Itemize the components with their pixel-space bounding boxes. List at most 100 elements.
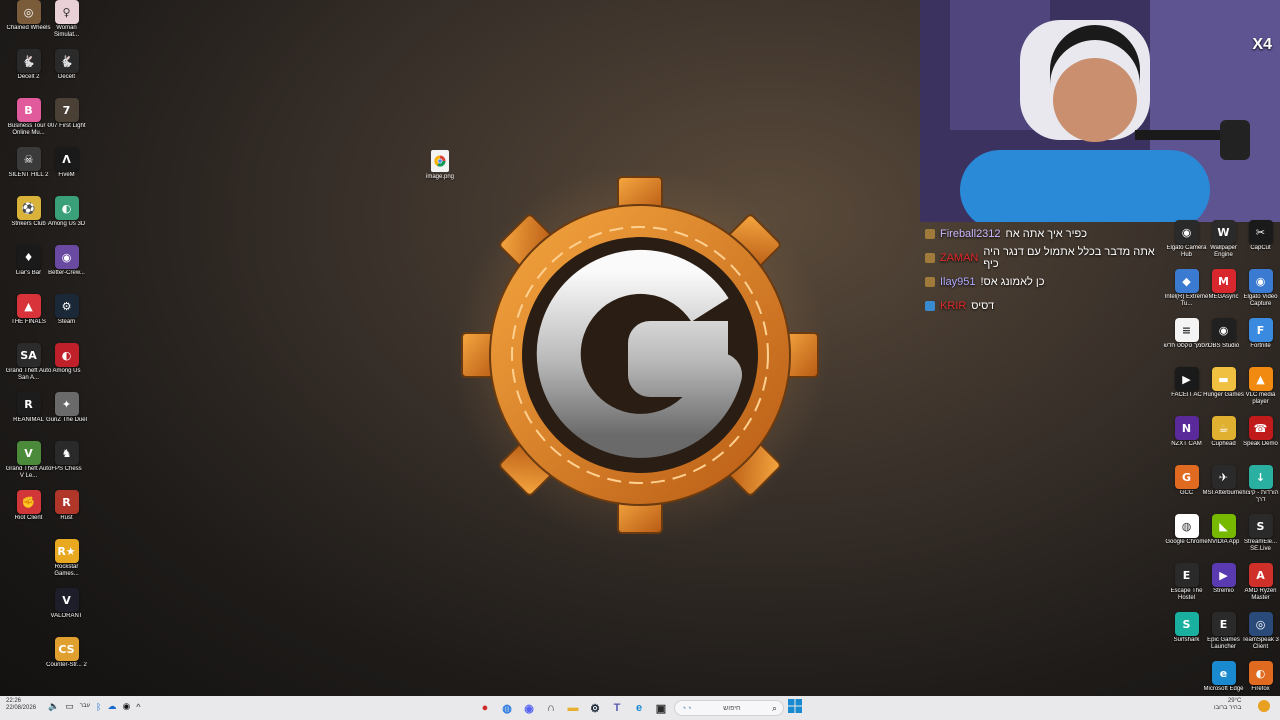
app-red-icon[interactable]: ● xyxy=(476,699,494,717)
discord-icon[interactable]: ◉ xyxy=(520,699,538,717)
desktop-icon[interactable]: ☠ SILENT HILL 2 xyxy=(8,147,49,196)
cloud-icon[interactable]: ☁ xyxy=(107,701,116,712)
webcam-feed: X4 xyxy=(920,0,1280,222)
desktop-icon-label: Rust xyxy=(60,515,73,521)
search-input[interactable]: ◔◔ חיפוש ⌕ xyxy=(674,700,784,716)
desktop-icon[interactable]: ☕ Cuphead xyxy=(1205,416,1242,465)
streamelements-icon: S xyxy=(1248,514,1273,538)
desktop-icon-label: Speak Demo xyxy=(1243,441,1278,447)
headset-icon[interactable]: ∩ xyxy=(542,699,560,717)
desktop-icon[interactable]: G GCC xyxy=(1168,465,1205,514)
steam-icon[interactable]: ⚙ xyxy=(586,699,604,717)
weather-widget[interactable]: 29°C בהיר ברובו xyxy=(1214,698,1241,712)
desktop-icon[interactable]: CS Counter-Str... 2 xyxy=(46,637,87,686)
desktop-icon[interactable]: ✊ Riot Client xyxy=(10,490,47,539)
epic-games-icon: E xyxy=(1211,612,1236,636)
desktop-icon[interactable]: ✈ MSI Afterburner xyxy=(1202,465,1245,514)
desktop-icon[interactable]: N NZXT CAM xyxy=(1168,416,1205,465)
desktop-icon[interactable]: 🐇 Decelt xyxy=(48,49,85,98)
windows-icon xyxy=(788,699,802,713)
desktop-icon[interactable]: ⚽ Strikers Club xyxy=(10,196,47,245)
desktop-icon[interactable]: R Rust xyxy=(48,490,85,539)
nzxt-cam-icon: N xyxy=(1174,416,1199,440)
desktop-icon[interactable]: ✦ GunZ The Duel xyxy=(46,392,87,441)
desktop-icon[interactable]: ◉ Elgato Video Capture xyxy=(1242,269,1279,318)
firefox-icon: ◐ xyxy=(1248,661,1273,685)
teams-icon[interactable]: T xyxy=(608,699,626,717)
desktop-icon[interactable]: A AMD Ryzen Master xyxy=(1242,563,1279,612)
nvidia-icon: ◣ xyxy=(1211,514,1236,538)
desktop-icon[interactable]: ▲ THE FINALS xyxy=(10,294,47,343)
desktop-icon-label: Firefox xyxy=(1251,686,1270,692)
network-icon[interactable]: ▭ xyxy=(65,701,74,712)
start-button[interactable] xyxy=(788,699,802,713)
desktop-icon[interactable]: E Escape The Hostel xyxy=(1168,563,1205,612)
desktop-icon[interactable]: ♀ Woman Simulat... xyxy=(48,0,85,49)
file-explorer-icon[interactable]: ▬ xyxy=(564,699,582,717)
desktop-icon[interactable]: ◉ Elgato Camera Hub xyxy=(1166,220,1207,269)
desktop-icon[interactable]: ▲ VLC media player xyxy=(1242,367,1279,416)
edge-icon[interactable]: e xyxy=(630,699,648,717)
desktop-icon[interactable]: W Wallpaper Engine xyxy=(1205,220,1242,269)
desktop-icon[interactable]: ◍ Google Chrome xyxy=(1165,514,1208,563)
desktop-icon[interactable]: 🐇 Decelt 2 xyxy=(10,49,47,98)
desktop-icon[interactable]: ◉ OBS Studio xyxy=(1205,318,1242,367)
desktop-icon[interactable]: R★ Rockstar Games... xyxy=(48,539,85,588)
desktop-icon[interactable]: V VALORANT xyxy=(48,588,85,637)
desktop-icon[interactable]: ⚙ Steam xyxy=(48,294,85,343)
desktop-icons-right-2: W Wallpaper Engine M MEGAsync ◉ OBS Studio ▬ Hu… xyxy=(1202,220,1245,710)
search-icon: ⌕ xyxy=(771,702,777,713)
desktop-icon[interactable]: ◉ Better-Crew... xyxy=(48,245,85,294)
search-area[interactable]: ◔◔ חיפוש ⌕ xyxy=(674,700,784,716)
task-view-icon[interactable]: ▣ xyxy=(652,699,670,717)
desktop-icon[interactable]: ▶ FACEIT AC xyxy=(1168,367,1205,416)
weather-icon xyxy=(1258,700,1270,712)
desktop-icon[interactable]: S StreamEle... SE.Live xyxy=(1242,514,1279,563)
desktop-icon-label: AMD Ryzen Master xyxy=(1244,588,1277,601)
desktop-icon-label: Among Us 3D xyxy=(47,221,86,227)
desktop-icon[interactable]: ☎ Speak Demo xyxy=(1242,416,1279,465)
desktop-icon[interactable]: ◎ TeamSpeak 3 Client xyxy=(1242,612,1279,661)
desktop-icon[interactable]: ✂ CapCut xyxy=(1242,220,1279,269)
desktop-icon[interactable]: ≡ מסמך טקסט חדש xyxy=(1164,318,1209,367)
chrome-icon[interactable]: ◍ xyxy=(498,699,516,717)
desktop-icon[interactable]: F Fortnite xyxy=(1242,318,1279,367)
riot-client-icon: ✊ xyxy=(16,490,41,514)
desktop-icon[interactable]: R REANIMAL xyxy=(10,392,47,441)
elgato-camera-icon: ◉ xyxy=(1174,220,1199,244)
obs-tray-icon[interactable]: ◉ xyxy=(122,701,130,712)
rockstar-icon: R★ xyxy=(54,539,79,563)
desktop-icon[interactable]: ◆ Intel(R) Extreme Tu... xyxy=(1165,269,1208,318)
gta-v-icon: V xyxy=(16,441,41,465)
rabbit-icon: 🐇 xyxy=(54,49,79,73)
silent-hill-icon: ☠ xyxy=(16,147,41,171)
clock[interactable]: 22:26 22/08/2026 xyxy=(6,698,36,712)
chat-username: ZAMAN xyxy=(939,252,979,264)
desktop-icon[interactable]: M MEGAsync xyxy=(1205,269,1242,318)
desktop-icon[interactable]: ▬ Hunger Games xyxy=(1203,367,1244,416)
downloads-icon: ↓ xyxy=(1248,465,1273,489)
desktop-icon[interactable]: ↓ הורדות - קיצור דרך xyxy=(1242,465,1279,514)
desktop-icon[interactable]: V Grand Theft Auto V Le... xyxy=(6,441,51,490)
desktop-icon[interactable]: ◎ Chained Wheels xyxy=(6,0,51,49)
desktop-icon[interactable]: ◣ NVIDIA App xyxy=(1205,514,1242,563)
chevron-up-icon[interactable]: ^ xyxy=(136,702,140,712)
desktop-icon-label: FPS Chess xyxy=(51,466,82,472)
desktop-icon[interactable]: 7 007 First Light xyxy=(47,98,86,147)
desktop-icon[interactable]: ▶ Stremio xyxy=(1205,563,1242,612)
desktop-icon[interactable]: ♦ Liar's Bar xyxy=(10,245,47,294)
desktop-icon-label: VALORANT xyxy=(50,613,83,619)
desktop-icon[interactable]: B Business Tour - Online Mu... xyxy=(8,98,49,147)
desktop-icon[interactable]: ◐ Among Us xyxy=(48,343,85,392)
desktop-icon[interactable]: ◐ Among Us 3D xyxy=(48,196,85,245)
language-indicator[interactable]: עבר xyxy=(80,703,90,710)
desktop-icon[interactable]: S Surfshark xyxy=(1168,612,1205,661)
msi-afterburner-icon: ✈ xyxy=(1211,465,1236,489)
desktop-icon[interactable]: Λ FiveM xyxy=(48,147,85,196)
elgato-video-icon: ◉ xyxy=(1248,269,1273,293)
desktop-icon[interactable]: SA Grand Theft Auto San A... xyxy=(6,343,51,392)
desktop-icon[interactable]: ♞ FPS Chess xyxy=(48,441,85,490)
bluetooth-icon[interactable]: ᛒ xyxy=(96,702,101,712)
volume-icon[interactable]: 🔈 xyxy=(48,701,59,712)
desktop-icon[interactable]: E Epic Games Launcher xyxy=(1205,612,1242,661)
